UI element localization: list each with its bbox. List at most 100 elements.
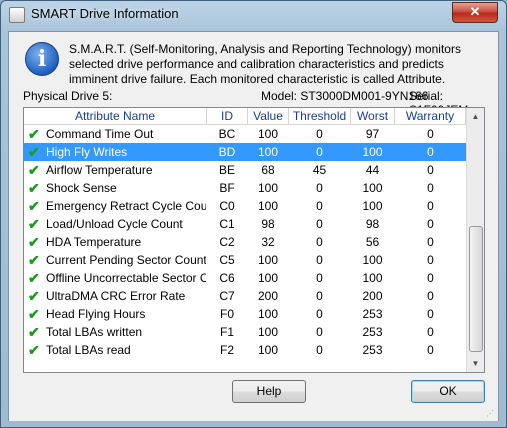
- vertical-scrollbar[interactable]: ▲ ▼: [466, 108, 484, 372]
- attribute-warranty: 0: [427, 181, 434, 195]
- attribute-table: Attribute Name ID Value Threshold Worst …: [23, 107, 485, 373]
- attribute-threshold: 0: [316, 343, 323, 357]
- table-row[interactable]: ✔ Offline Uncorrectable Sector Cour C6 1…: [24, 269, 466, 287]
- attribute-worst: 100: [362, 145, 383, 159]
- column-header-id[interactable]: ID: [207, 108, 248, 125]
- attribute-warranty: 0: [427, 235, 434, 249]
- attribute-value: 100: [257, 181, 279, 195]
- attribute-name: Emergency Retract Cycle Count: [46, 199, 206, 213]
- title-bar[interactable]: SMART Drive Information ✕: [1, 1, 506, 27]
- attribute-worst: 100: [362, 199, 383, 213]
- window-title: SMART Drive Information: [31, 6, 179, 21]
- attribute-name: HDA Temperature: [46, 235, 142, 249]
- scroll-down-arrow-icon[interactable]: ▼: [467, 355, 484, 372]
- column-header-value[interactable]: Value: [248, 108, 289, 125]
- attribute-threshold: 0: [316, 199, 323, 213]
- column-header-warranty[interactable]: Warranty: [395, 108, 466, 125]
- physical-drive-label: Physical Drive 5:: [23, 89, 113, 103]
- table-row[interactable]: ✔ Total LBAs read F2 100 0 253 0: [24, 341, 466, 359]
- attribute-warranty: 0: [427, 253, 434, 267]
- attribute-worst: 97: [365, 127, 380, 141]
- check-icon: ✔: [28, 342, 40, 358]
- attribute-worst: 98: [365, 217, 380, 231]
- attribute-value: 100: [257, 343, 279, 357]
- attribute-value: 68: [261, 163, 275, 177]
- attribute-id: C0: [219, 199, 235, 213]
- table-row[interactable]: ✔ Airflow Temperature BE 68 45 44 0: [24, 161, 466, 179]
- attribute-id: C2: [219, 235, 235, 249]
- attribute-warranty: 0: [427, 289, 434, 303]
- column-header-attribute-name[interactable]: Attribute Name: [24, 108, 207, 125]
- attribute-name: Airflow Temperature: [46, 163, 153, 177]
- attribute-worst: 44: [365, 163, 380, 177]
- table-row[interactable]: ✔ Total LBAs written F1 100 0 253 0: [24, 323, 466, 341]
- attribute-threshold: 0: [316, 289, 323, 303]
- check-icon: ✔: [28, 126, 40, 142]
- resize-grip-icon[interactable]: ⋰: [486, 409, 496, 419]
- table-row[interactable]: ✔ UltraDMA CRC Error Rate C7 200 0 200 0: [24, 287, 466, 305]
- check-icon: ✔: [28, 288, 40, 304]
- table-row[interactable]: ✔ Load/Unload Cycle Count C1 98 0 98 0: [24, 215, 466, 233]
- attribute-warranty: 0: [427, 199, 434, 213]
- attribute-warranty: 0: [427, 127, 434, 141]
- attribute-name: Shock Sense: [46, 181, 117, 195]
- column-header-threshold[interactable]: Threshold: [289, 108, 351, 125]
- ok-button[interactable]: OK: [411, 380, 485, 403]
- attribute-worst: 253: [362, 343, 383, 357]
- attribute-name: Command Time Out: [46, 127, 154, 141]
- attribute-warranty: 0: [427, 163, 434, 177]
- table-row-selected[interactable]: ✔ High Fly Writes BD 100 0 100 0: [24, 143, 466, 161]
- column-header-worst[interactable]: Worst: [351, 108, 395, 125]
- attribute-worst: 200: [362, 289, 383, 303]
- check-icon: ✔: [28, 270, 40, 286]
- check-icon: ✔: [28, 144, 40, 160]
- check-icon: ✔: [28, 216, 40, 232]
- close-button[interactable]: ✕: [452, 2, 498, 23]
- attribute-worst: 253: [362, 325, 383, 339]
- table-row[interactable]: ✔ Emergency Retract Cycle Count C0 100 0…: [24, 197, 466, 215]
- attribute-value: 100: [257, 199, 279, 213]
- attribute-value: 200: [257, 289, 279, 303]
- model-label: Model: ST3000DM001-9YN166: [261, 89, 429, 103]
- table-row[interactable]: ✔ HDA Temperature C2 32 0 56 0: [24, 233, 466, 251]
- attribute-id: BC: [218, 127, 236, 141]
- table-row[interactable]: ✔ Shock Sense BF 100 0 100 0: [24, 179, 466, 197]
- check-icon: ✔: [28, 324, 40, 340]
- attribute-id: C5: [219, 253, 235, 267]
- attribute-id: C7: [219, 289, 235, 303]
- help-button[interactable]: Help: [232, 380, 306, 403]
- dialog-footer: Help OK ⋰: [9, 373, 498, 421]
- attribute-worst: 100: [362, 271, 383, 285]
- attribute-warranty: 0: [427, 217, 434, 231]
- attribute-id: BD: [218, 145, 236, 159]
- attribute-value: 100: [257, 271, 279, 285]
- attribute-id: BE: [218, 163, 235, 177]
- attribute-id: F0: [219, 307, 234, 321]
- attribute-threshold: 0: [316, 271, 323, 285]
- smart-dialog-window: SMART Drive Information ✕ i S.M.A.R.T. (…: [0, 0, 507, 428]
- scroll-up-arrow-icon[interactable]: ▲: [467, 108, 484, 125]
- attribute-id: F1: [219, 325, 234, 339]
- info-icon: i: [25, 42, 59, 76]
- attribute-threshold: 0: [316, 181, 323, 195]
- attribute-value: 32: [261, 235, 275, 249]
- attribute-warranty: 0: [427, 145, 434, 159]
- attribute-value: 98: [261, 217, 275, 231]
- attribute-threshold: 0: [316, 253, 323, 267]
- attribute-id: BF: [219, 181, 235, 195]
- attribute-name: UltraDMA CRC Error Rate: [46, 289, 186, 303]
- scrollbar-thumb[interactable]: [469, 226, 483, 352]
- app-icon: [9, 7, 25, 23]
- attribute-warranty: 0: [427, 271, 434, 285]
- attribute-value: 100: [257, 127, 279, 141]
- attribute-id: C1: [219, 217, 235, 231]
- table-row[interactable]: ✔ Command Time Out BC 100 0 97 0: [24, 125, 466, 143]
- check-icon: ✔: [28, 198, 40, 214]
- table-row[interactable]: ✔ Head Flying Hours F0 100 0 253 0: [24, 305, 466, 323]
- attribute-name: Current Pending Sector Count: [46, 253, 206, 267]
- check-icon: ✔: [28, 306, 40, 322]
- table-row[interactable]: ✔ Current Pending Sector Count C5 100 0 …: [24, 251, 466, 269]
- attribute-id: C6: [219, 271, 235, 285]
- attribute-name: Total LBAs written: [46, 325, 143, 339]
- check-icon: ✔: [28, 234, 40, 250]
